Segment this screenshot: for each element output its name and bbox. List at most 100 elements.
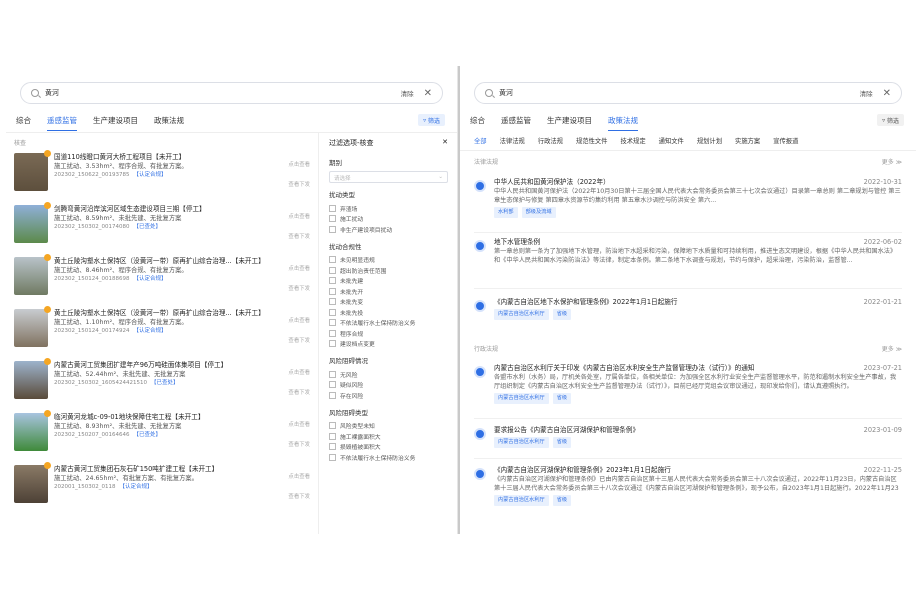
clear-button[interactable]: 清除 (860, 88, 873, 98)
tab-policy[interactable]: 政策法规 (608, 115, 638, 131)
badge-icon (44, 202, 51, 209)
law-item[interactable]: 《内蒙古自治区地下水保护和管理条例》2022年1月1日起施行 2022-01-21… (474, 298, 902, 320)
left-app-window: 黄河 清除 ✕ 综合 遥感监管 生产建设项目 政策法规 ▿ 筛选 核查 国道11… (6, 66, 458, 534)
law-item[interactable]: 内蒙古自治区水利厅关于印发《内蒙古自治区水利安全生产监督管理办法（试行）》的通知… (474, 364, 902, 404)
thumbnail (14, 150, 51, 191)
filter-button[interactable]: ▿ 筛选 (418, 114, 445, 126)
subtab-all[interactable]: 全部 (474, 136, 487, 145)
checkbox[interactable]: 未批先投 (329, 307, 448, 318)
subtab-normative[interactable]: 规范性文件 (576, 136, 607, 145)
badge-icon (44, 150, 51, 157)
tab-comprehensive[interactable]: 综合 (16, 115, 31, 129)
item-code: 202001_150302_0118 (54, 484, 116, 490)
view-link[interactable]: 点击查看 (288, 415, 310, 435)
subtab-laws[interactable]: 法律法规 (500, 136, 525, 145)
tab-construction[interactable]: 生产建设项目 (547, 115, 592, 129)
list-item[interactable]: 黄土丘陵沟壑水土保持区（没黄河一带）原再扩山综合治理...【未开工】 施工扰动、8… (14, 254, 310, 309)
law-summary: 第一章总则第一条为了加强地下水管理，防治地下水超采和污染，保障地下水质量和可持续… (494, 248, 897, 264)
badge-icon (44, 306, 51, 313)
checkbox[interactable]: 不依法履行水土保持防治义务 (329, 318, 448, 329)
law-item[interactable]: 地下水管理条例 2022-06-02 第一章总则第一条为了加强地下水管理，防治地下… (474, 238, 902, 265)
item-code: 202302_150622_00193785 (54, 172, 130, 178)
view-link[interactable]: 点击查看 (288, 363, 310, 383)
subtab-technical[interactable]: 技术规定 (620, 136, 645, 145)
item-desc: 施工扰动、24.65hm²、有批复方案、有批复方案。 (54, 475, 199, 482)
badge-icon (44, 358, 51, 365)
search-input[interactable]: 黄河 (499, 88, 860, 98)
dispatch-link[interactable]: 查看下发 (288, 331, 310, 351)
group-period: 期别 (329, 159, 342, 167)
more-link[interactable]: 更多 ≫ (882, 157, 902, 167)
tab-comprehensive[interactable]: 综合 (470, 115, 485, 129)
badge-icon (44, 254, 51, 261)
more-link[interactable]: 更多 ≫ (882, 344, 902, 354)
list-item[interactable]: 黄土丘陵沟壑水土保持区（没黄河一带）原再扩山综合治理...【未开工】 施工扰动、1… (14, 306, 310, 361)
tab-remote-sensing[interactable]: 遥感监管 (501, 115, 531, 129)
subtab-notices[interactable]: 通知文件 (659, 136, 684, 145)
list-item[interactable]: 内蒙古黄河工贸集团扩建年产96万吨硅面体集项目【停工】 施工扰动、52.44hm²… (14, 358, 310, 413)
checkbox[interactable]: 不依法履行水土保持防治义务 (329, 452, 448, 463)
list-item[interactable]: 国道110线瞪口黄河大桥工程项目【未开工】 施工扰动、3.53hm²、程序合规、有… (14, 150, 310, 205)
view-link[interactable]: 点击查看 (288, 207, 310, 227)
checkbox[interactable]: 施工扰动 (329, 214, 448, 225)
checkbox[interactable]: 施工裸露面积大 (329, 431, 448, 442)
tab-policy[interactable]: 政策法规 (154, 115, 184, 129)
filter-button[interactable]: ▿ 筛选 (877, 114, 904, 126)
tab-construction[interactable]: 生产建设项目 (93, 115, 138, 129)
item-code: 202302_150302_1605424421510 (54, 380, 147, 386)
subtab-schemes[interactable]: 实施方案 (735, 136, 760, 145)
checkbox[interactable]: 建设档点变更 (329, 339, 448, 350)
view-link[interactable]: 点击查看 (288, 259, 310, 279)
item-tag: 【认定合规】 (133, 276, 167, 282)
checkbox[interactable]: 损毁植被面积大 (329, 442, 448, 453)
close-icon[interactable]: ✕ (424, 88, 432, 99)
sub-tabs: 全部 法律法规 行政法规 规范性文件 技术规定 通知文件 规划计划 实施方案 宣… (474, 136, 811, 145)
dispatch-link[interactable]: 查看下发 (288, 383, 310, 403)
checkbox[interactable]: 非生产建设项目扰动 (329, 224, 448, 235)
law-item[interactable]: 《内蒙古自治区河湖保护和管理条例》2023年1月1日起施行 2022-11-25 … (474, 466, 902, 506)
dispatch-link[interactable]: 查看下发 (288, 175, 310, 195)
thumbnail (14, 254, 51, 295)
checkbox[interactable]: 程序合规 (329, 328, 448, 339)
search-bar[interactable]: 黄河 清除 ✕ (20, 82, 443, 104)
search-bar[interactable]: 黄河 清除 ✕ (474, 82, 902, 104)
view-link[interactable]: 点击查看 (288, 311, 310, 331)
list-item[interactable]: 临河黄河龙城c-09-01地块保障住宅工程【未开工】 施工扰动、8.93hm²、未… (14, 410, 310, 465)
law-title: 地下水管理条例 (494, 238, 541, 246)
checkbox[interactable]: 未批先建 (329, 276, 448, 287)
law-tag: 内蒙古自治区水利厅 (494, 309, 549, 320)
checkbox[interactable]: 风险类型未知 (329, 421, 448, 432)
dispatch-link[interactable]: 查看下发 (288, 487, 310, 507)
document-icon (474, 366, 486, 378)
checkbox[interactable]: 存在风险 (329, 390, 448, 401)
close-icon[interactable]: ✕ (883, 88, 891, 99)
checkbox[interactable]: 未见明显违规 (329, 255, 448, 266)
checkbox[interactable]: 未批先变 (329, 297, 448, 308)
checkbox[interactable]: 弃渣场 (329, 203, 448, 214)
law-item[interactable]: 要求报公告《内蒙古自治区河湖保护和管理条例》 2023-01-09 内蒙古自治区水… (474, 426, 902, 448)
search-input[interactable]: 黄河 (45, 88, 401, 98)
subtab-plans[interactable]: 规划计划 (697, 136, 722, 145)
period-select[interactable]: 请选择 ⌄ (329, 171, 448, 183)
close-icon[interactable]: ✕ (442, 138, 448, 148)
dispatch-link[interactable]: 查看下发 (288, 435, 310, 455)
view-link[interactable]: 点击查看 (288, 467, 310, 487)
dispatch-link[interactable]: 查看下发 (288, 279, 310, 299)
list-item[interactable]: 内蒙古黄河工贸集团石灰石矿150吨扩建工程【未开工】 施工扰动、24.65hm²、… (14, 462, 310, 517)
main-tabs: 综合 遥感监管 生产建设项目 政策法规 (16, 114, 447, 131)
thumbnail (14, 410, 51, 451)
law-item[interactable]: 中华人民共和国黄河保护法（2022年） 2022-10-31 中华人民共和国黄河保… (474, 178, 902, 218)
law-tag: 水利部 (494, 207, 518, 218)
subtab-publicity[interactable]: 宣传报道 (773, 136, 798, 145)
law-summary: 中华人民共和国黄河保护法（2022年10月30日第十三届全国人民代表大会常务委员… (494, 188, 901, 204)
checkbox[interactable]: 超出防治责任范围 (329, 265, 448, 276)
list-item[interactable]: 剑腾弯黄河沿岸滨河区域生态建设项目三期【停工】 施工扰动、8.59hm²、未批先建… (14, 202, 310, 257)
clear-button[interactable]: 清除 (401, 88, 414, 98)
subtab-admin-regs[interactable]: 行政法规 (538, 136, 563, 145)
checkbox[interactable]: 无风险 (329, 369, 448, 380)
view-link[interactable]: 点击查看 (288, 155, 310, 175)
checkbox[interactable]: 未批先开 (329, 286, 448, 297)
tab-remote-sensing[interactable]: 遥感监管 (47, 115, 77, 131)
checkbox[interactable]: 疑似风险 (329, 380, 448, 391)
dispatch-link[interactable]: 查看下发 (288, 227, 310, 247)
